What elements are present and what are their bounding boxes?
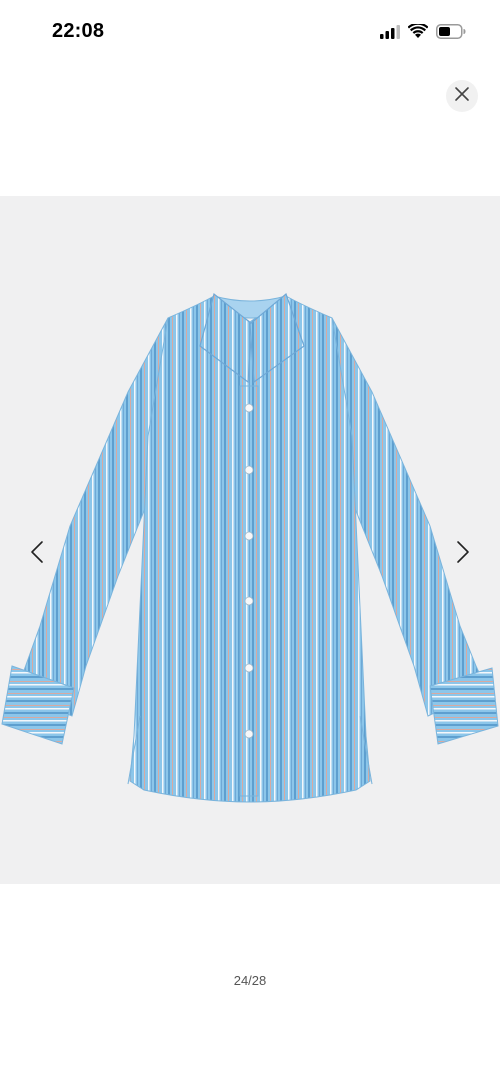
chevron-left-icon bbox=[30, 540, 44, 569]
close-icon bbox=[454, 86, 470, 107]
wifi-icon bbox=[408, 24, 428, 39]
status-icons bbox=[380, 24, 466, 39]
photo-counter: 24/28 bbox=[233, 973, 267, 988]
striped-shirt-image bbox=[1, 292, 499, 803]
signal-icon bbox=[380, 24, 400, 39]
previous-photo-button[interactable] bbox=[22, 534, 52, 574]
chevron-right-icon bbox=[456, 540, 470, 569]
next-photo-button[interactable] bbox=[448, 534, 478, 574]
photo-viewer-screen: 22:08 24/28 bbox=[0, 0, 500, 1080]
status-bar: 22:08 bbox=[0, 0, 500, 66]
battery-icon bbox=[436, 24, 466, 39]
status-time: 22:08 bbox=[52, 20, 105, 42]
close-button[interactable] bbox=[446, 80, 478, 112]
product-photo[interactable] bbox=[0, 196, 500, 884]
